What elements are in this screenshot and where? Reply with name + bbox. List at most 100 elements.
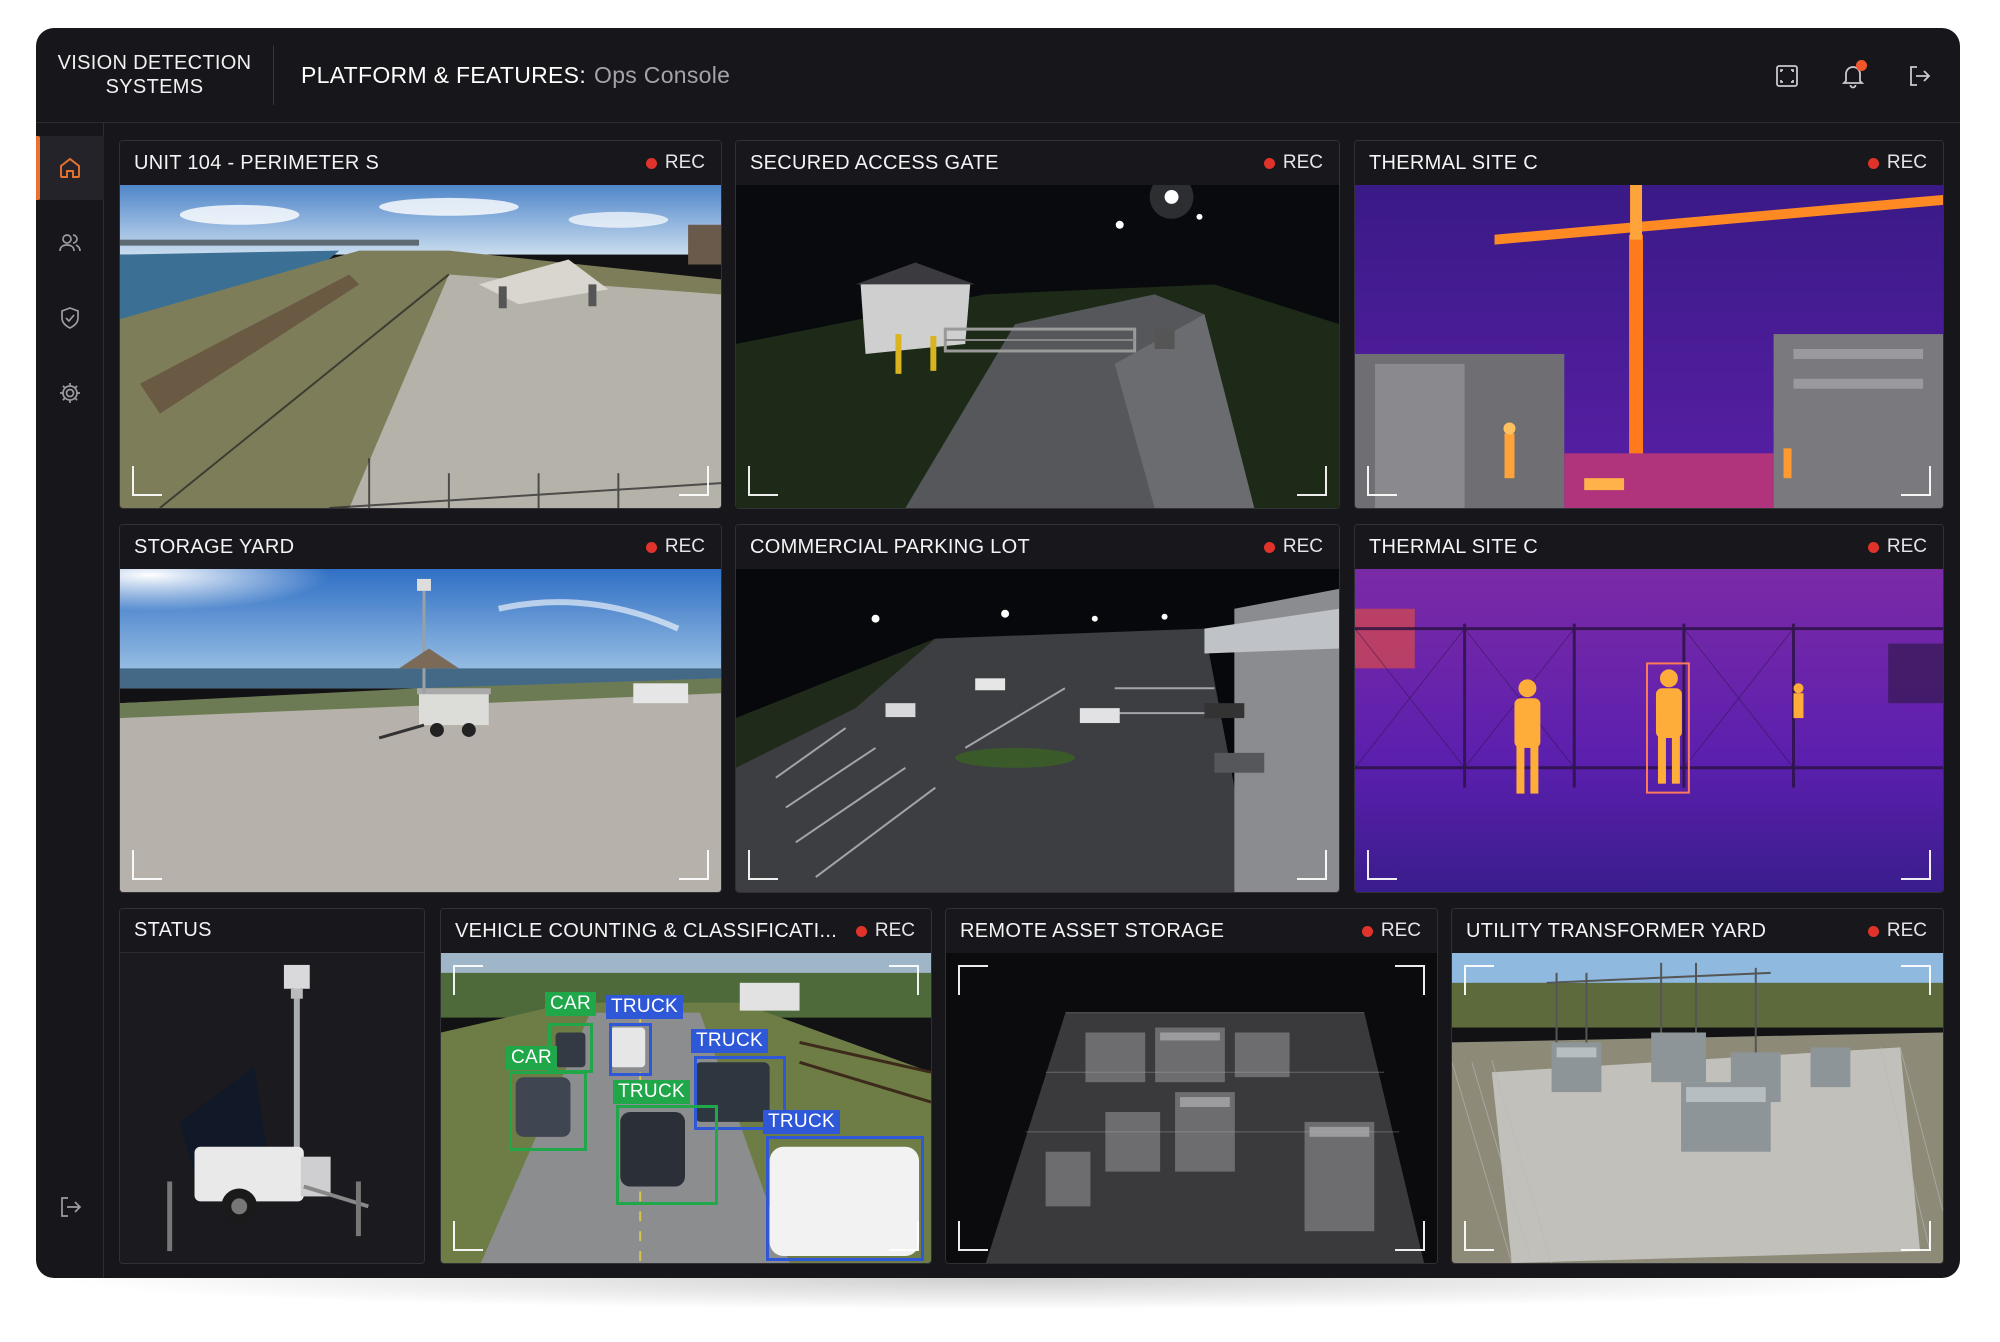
viewfinder-corner <box>958 1221 988 1251</box>
brand-line-1: VISION DETECTION <box>57 52 252 74</box>
app-window: VISION DETECTION SYSTEMS PLATFORM & FEAT… <box>36 28 1960 1278</box>
rec-dot-icon <box>1867 925 1879 937</box>
camera-panel-storage-yard[interactable]: STORAGE YARD REC <box>119 524 722 893</box>
camera-panel-vehicle-counting[interactable]: VEHICLE COUNTING & CLASSIFICATI... REC C… <box>440 908 932 1264</box>
sidebar-logout-button[interactable] <box>36 1175 104 1239</box>
viewfinder-corner <box>1901 1221 1931 1251</box>
page-title: PLATFORM & FEATURES: Ops Console <box>301 62 730 89</box>
viewfinder-corner <box>1367 850 1397 880</box>
panel-header: VEHICLE COUNTING & CLASSIFICATI... REC <box>441 909 931 953</box>
rec-dot-icon <box>1263 541 1275 553</box>
sidebar-item-users[interactable] <box>36 211 104 275</box>
rec-label: REC <box>1282 536 1323 557</box>
sidebar-item-security[interactable] <box>36 286 104 350</box>
viewfinder-corner <box>1901 466 1931 496</box>
gear-icon <box>60 383 80 403</box>
rec-label: REC <box>1886 920 1927 941</box>
logout-button[interactable] <box>1902 59 1936 93</box>
viewfinder-corner <box>1901 850 1931 880</box>
rec-label: REC <box>664 536 705 557</box>
detection-label: CAR <box>506 1046 558 1070</box>
viewfinder-corner <box>132 850 162 880</box>
camera-feed[interactable] <box>736 569 1339 892</box>
rec-indicator: REC <box>1263 152 1323 174</box>
rec-indicator: REC <box>855 920 915 942</box>
viewfinder-corner <box>679 466 709 496</box>
detection-label: TRUCK <box>763 1110 840 1134</box>
notifications-button[interactable] <box>1836 59 1870 93</box>
camera-feed[interactable] <box>120 185 721 508</box>
status-panel: STATUS <box>119 908 425 1264</box>
camera-panel-transformer-yard[interactable]: UTILITY TRANSFORMER YARD REC <box>1451 908 1944 1264</box>
sidebar-item-settings[interactable] <box>36 361 104 425</box>
camera-panel-thermal-fence[interactable]: THERMAL SITE C REC <box>1354 524 1944 893</box>
detection-box-truck <box>766 1136 924 1261</box>
panel-title: THERMAL SITE C <box>1369 151 1539 174</box>
feed-scene <box>736 185 1339 508</box>
feed-scene <box>120 185 721 508</box>
viewfinder-corner <box>1395 965 1425 995</box>
camera-feed[interactable] <box>1355 185 1943 508</box>
rec-indicator: REC <box>1867 536 1927 558</box>
sidebar <box>36 123 104 1278</box>
rec-dot-icon <box>1263 157 1275 169</box>
detection-label: TRUCK <box>606 995 683 1019</box>
logout-icon <box>61 1197 82 1217</box>
panel-header: THERMAL SITE C REC <box>1355 525 1943 569</box>
camera-feed[interactable] <box>1355 569 1943 892</box>
feed-scene <box>736 569 1339 892</box>
camera-panel-parking-lot[interactable]: COMMERCIAL PARKING LOT REC <box>735 524 1340 893</box>
viewfinder-corner <box>1395 1221 1425 1251</box>
camera-feed[interactable] <box>120 569 721 892</box>
rec-indicator: REC <box>1361 920 1421 942</box>
viewfinder-corner <box>1464 1221 1494 1251</box>
detection-label: TRUCK <box>691 1029 768 1053</box>
panel-title: VEHICLE COUNTING & CLASSIFICATI... <box>455 919 838 942</box>
status-image <box>120 953 424 1263</box>
panel-title: THERMAL SITE C <box>1369 535 1539 558</box>
detection-box-truck <box>616 1105 718 1205</box>
header-actions <box>1770 28 1960 123</box>
detection-box-truck <box>609 1023 652 1076</box>
camera-feed[interactable] <box>1452 953 1943 1263</box>
panel-title: REMOTE ASSET STORAGE <box>960 919 1225 942</box>
panel-header: UTILITY TRANSFORMER YARD REC <box>1452 909 1943 953</box>
rec-label: REC <box>1380 920 1421 941</box>
camera-panel-thermal-crane[interactable]: THERMAL SITE C REC <box>1354 140 1944 509</box>
detection-box-car <box>509 1071 587 1151</box>
shield-icon <box>61 307 79 329</box>
panel-title: STATUS <box>134 919 212 941</box>
feed-scene <box>946 953 1437 1263</box>
panel-title: UTILITY TRANSFORMER YARD <box>1466 919 1767 942</box>
viewfinder-corner <box>132 466 162 496</box>
sidebar-item-home[interactable] <box>36 136 104 200</box>
surveillance-trailer-image <box>120 953 424 1263</box>
logout-icon <box>1910 65 1931 86</box>
rec-label: REC <box>1886 152 1927 173</box>
camera-feed[interactable]: CAR TRUCK CAR TRUCK TRUCK TRUCK <box>441 953 931 1263</box>
camera-panel-perimeter[interactable]: UNIT 104 - PERIMETER S REC <box>119 140 722 509</box>
detection-label: CAR <box>545 992 597 1016</box>
rec-label: REC <box>874 920 915 941</box>
users-icon <box>59 234 81 252</box>
rec-indicator: REC <box>645 152 705 174</box>
page-title-section: PLATFORM & FEATURES: <box>301 61 587 88</box>
viewfinder-corner <box>1367 466 1397 496</box>
viewfinder-corner <box>1297 850 1327 880</box>
brand-line-2: SYSTEMS <box>105 76 204 98</box>
camera-feed[interactable] <box>946 953 1437 1263</box>
feed-scene <box>1452 953 1943 1263</box>
camera-panel-remote-asset-storage[interactable]: REMOTE ASSET STORAGE REC <box>945 908 1438 1264</box>
home-icon <box>60 157 80 178</box>
fullscreen-icon <box>1776 64 1798 87</box>
panel-title: UNIT 104 - PERIMETER S <box>134 151 380 174</box>
fullscreen-button[interactable] <box>1770 59 1804 93</box>
camera-panel-access-gate[interactable]: SECURED ACCESS GATE REC <box>735 140 1340 509</box>
viewfinder-corner <box>958 965 988 995</box>
camera-feed[interactable] <box>736 185 1339 508</box>
rec-dot-icon <box>855 925 867 937</box>
rec-indicator: REC <box>645 536 705 558</box>
viewfinder-corner <box>889 965 919 995</box>
notification-badge <box>1856 59 1867 71</box>
panel-title: SECURED ACCESS GATE <box>750 151 999 174</box>
